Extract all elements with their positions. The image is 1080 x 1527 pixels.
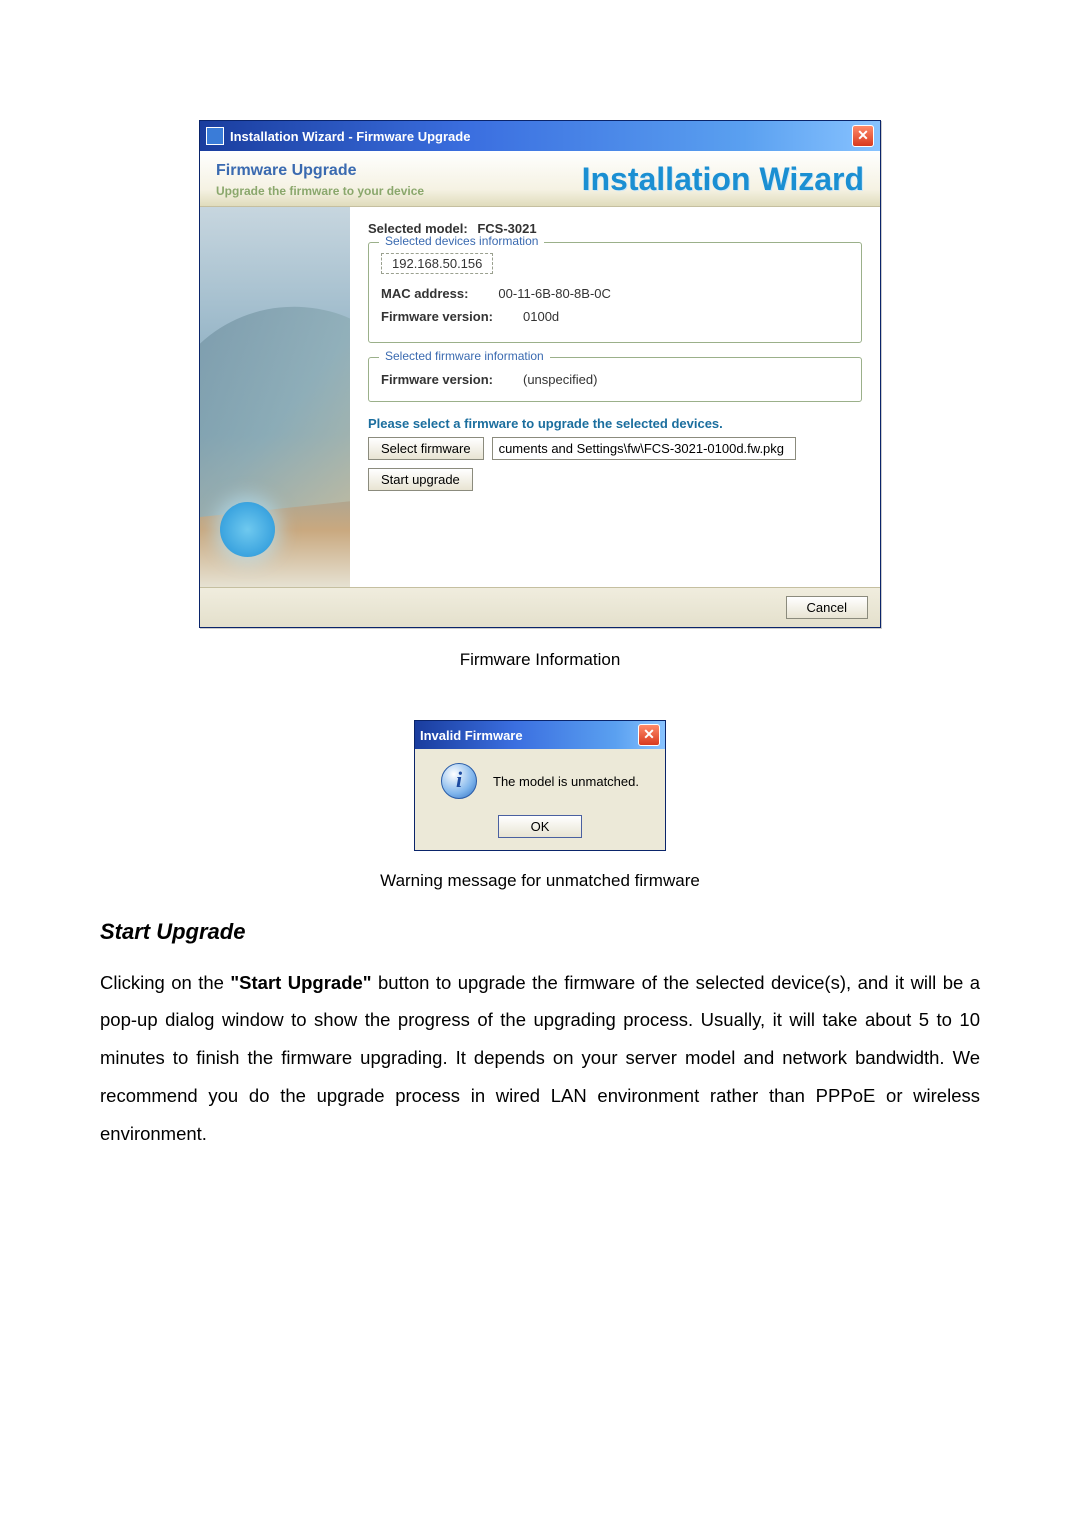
body-text-span: Clicking on the xyxy=(100,972,230,993)
figure-caption-1: Firmware Information xyxy=(100,650,980,670)
header-title: Firmware Upgrade xyxy=(216,162,424,180)
window-titlebar: Installation Wizard - Firmware Upgrade ✕ xyxy=(200,121,880,151)
close-icon[interactable]: ✕ xyxy=(852,125,874,147)
selected-firmware-version-label: Firmware version: xyxy=(381,372,493,387)
device-ip-tag[interactable]: 192.168.50.156 xyxy=(381,253,493,274)
selected-firmware-group: Selected firmware information Firmware v… xyxy=(368,357,862,402)
selected-firmware-group-title: Selected firmware information xyxy=(379,349,550,363)
selected-firmware-version-value: (unspecified) xyxy=(523,372,597,387)
upgrade-instruction-text: Please select a firmware to upgrade the … xyxy=(368,416,862,431)
start-upgrade-button[interactable]: Start upgrade xyxy=(368,468,473,491)
cancel-button[interactable]: Cancel xyxy=(786,596,868,619)
app-icon xyxy=(206,127,224,145)
mac-address-label: MAC address: xyxy=(381,286,468,301)
firmware-version-label: Firmware version: xyxy=(381,309,493,324)
section-heading: Start Upgrade xyxy=(100,919,980,945)
info-icon: i xyxy=(441,763,477,799)
header-subtitle: Upgrade the firmware to your device xyxy=(216,184,424,198)
selected-devices-group: Selected devices information 192.168.50.… xyxy=(368,242,862,343)
firmware-path-input[interactable] xyxy=(492,437,796,460)
body-text-bold: "Start Upgrade" xyxy=(230,972,371,993)
install-wizard-window: Installation Wizard - Firmware Upgrade ✕… xyxy=(199,120,881,628)
close-icon[interactable]: ✕ xyxy=(638,724,660,746)
dialog-message: The model is unmatched. xyxy=(493,774,639,789)
dialog-titlebar: Invalid Firmware ✕ xyxy=(415,721,665,749)
figure-caption-2: Warning message for unmatched firmware xyxy=(100,871,980,891)
select-firmware-button[interactable]: Select firmware xyxy=(368,437,484,460)
ok-button[interactable]: OK xyxy=(498,815,583,838)
selected-devices-group-title: Selected devices information xyxy=(379,234,544,248)
wizard-footer: Cancel xyxy=(200,587,880,627)
brand-logo-text: Installation Wizard xyxy=(582,161,864,198)
invalid-firmware-dialog: Invalid Firmware ✕ i The model is unmatc… xyxy=(414,720,666,851)
dialog-title: Invalid Firmware xyxy=(420,728,638,743)
body-paragraph: Clicking on the "Start Upgrade" button t… xyxy=(100,964,980,1154)
firmware-version-value: 0100d xyxy=(523,309,559,324)
body-text-span: button to upgrade the firmware of the se… xyxy=(100,972,980,1145)
mac-address-value: 00-11-6B-80-8B-0C xyxy=(498,286,610,301)
wizard-header: Firmware Upgrade Upgrade the firmware to… xyxy=(200,151,880,207)
wizard-side-image xyxy=(200,207,350,587)
window-title: Installation Wizard - Firmware Upgrade xyxy=(230,129,470,144)
